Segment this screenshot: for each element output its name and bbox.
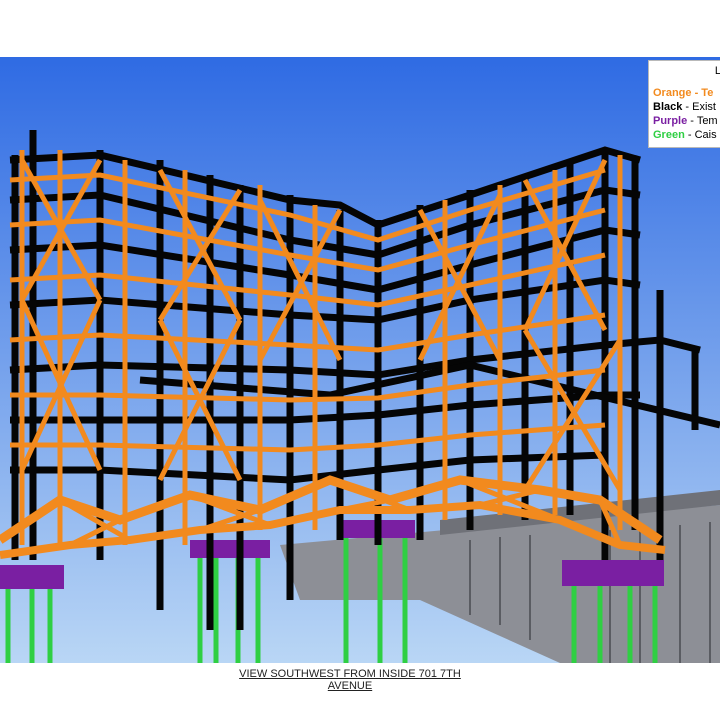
model-view xyxy=(0,57,720,663)
legend-key: Orange xyxy=(653,87,692,99)
legend-sep: - xyxy=(687,115,697,127)
caption: VIEW SOUTHWEST FROM INSIDE 701 7TH AVENU… xyxy=(200,668,500,692)
legend-title: L xyxy=(653,64,720,86)
legend-item-green: Green - Cais xyxy=(653,128,720,142)
caption-line-1: VIEW SOUTHWEST FROM INSIDE 701 7TH xyxy=(239,668,461,680)
legend-sep: - xyxy=(682,101,693,113)
legend-item-orange: Orange - Te xyxy=(653,86,720,100)
legend-desc: Exist xyxy=(692,101,716,113)
legend-item-purple: Purple - Tem xyxy=(653,114,720,128)
legend: L Orange - Te Black - Exist Purple - Tem… xyxy=(648,60,720,148)
legend-sep: - xyxy=(684,129,695,141)
legend-desc: Cais xyxy=(694,129,717,141)
caption-line-2: AVENUE xyxy=(327,680,373,692)
legend-key: Black xyxy=(653,101,683,113)
legend-key: Green xyxy=(653,129,685,141)
legend-sep: - xyxy=(691,87,702,99)
legend-desc: Te xyxy=(701,87,714,99)
legend-desc: Tem xyxy=(696,115,718,127)
legend-key: Purple xyxy=(653,115,688,127)
legend-item-black: Black - Exist xyxy=(653,100,720,114)
